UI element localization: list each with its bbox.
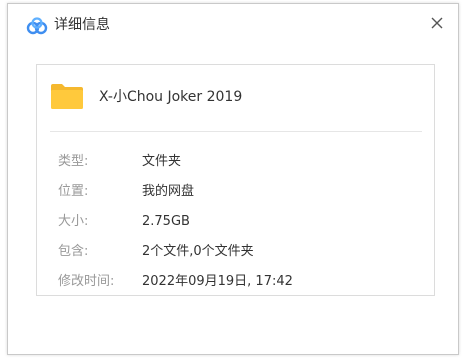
detail-value: 我的网盘 [142,184,195,199]
detail-label: 包含: [58,244,89,259]
detail-label: 类型: [58,154,89,169]
detail-row-contains: 包含: 2个文件,0个文件夹 [50,243,424,261]
detail-value: 2.75GB [142,214,190,229]
details-panel: X-小Chou Joker 2019 类型: 文件夹 位置: 我的网盘 大小: … [36,64,435,296]
detail-label: 修改时间: [58,274,115,289]
dialog-titlebar: 详细信息 [8,4,458,44]
detail-label: 大小: [58,214,89,229]
file-name: X-小Chou Joker 2019 [99,89,243,105]
detail-row-modified-time: 修改时间: 2022年09月19日, 17:42 [50,273,424,291]
close-icon [431,17,443,29]
dialog-title: 详细信息 [54,17,110,33]
baidu-netdisk-logo-icon [26,17,48,35]
divider [50,131,422,132]
detail-row-size: 大小: 2.75GB [50,213,424,231]
file-details-dialog: 详细信息 X-小Chou Joker 2019 类型: 文件夹 位置: 我的网盘… [7,3,459,355]
close-button[interactable] [426,12,448,34]
detail-value: 文件夹 [142,154,182,169]
detail-label: 位置: [58,184,89,199]
detail-row-type: 类型: 文件夹 [50,153,424,171]
detail-value: 2个文件,0个文件夹 [142,244,254,259]
detail-value: 2022年09月19日, 17:42 [142,274,293,289]
detail-row-location: 位置: 我的网盘 [50,183,424,201]
folder-icon [51,84,83,109]
